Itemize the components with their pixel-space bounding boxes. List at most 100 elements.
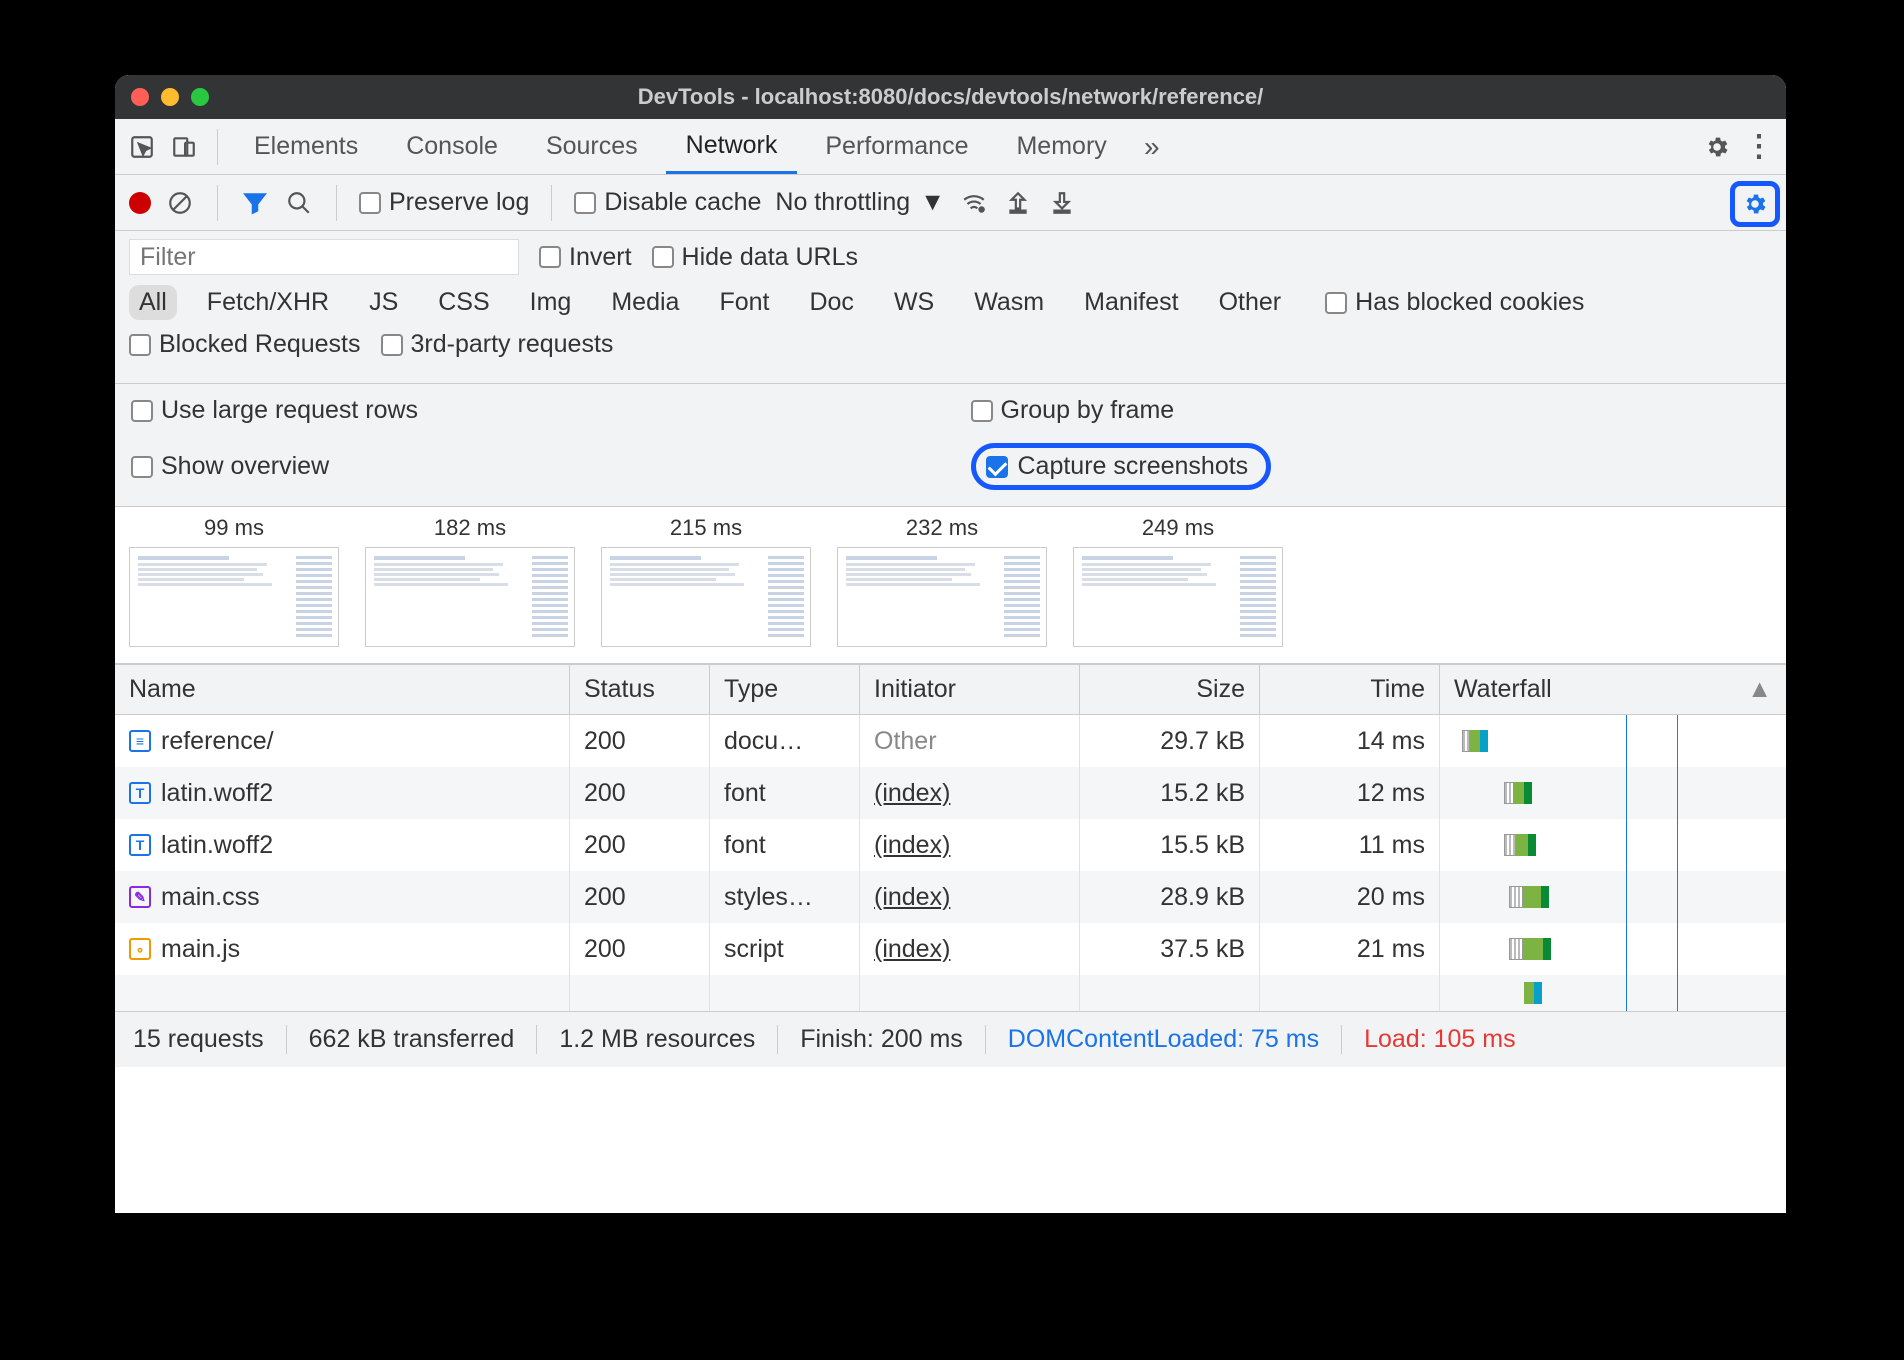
large-rows-checkbox[interactable]: Use large request rows <box>131 396 931 425</box>
inspect-icon[interactable] <box>125 130 159 164</box>
checkbox-label: Capture screenshots <box>1018 452 1249 481</box>
preserve-log-checkbox[interactable]: Preserve log <box>359 188 529 217</box>
table-row[interactable]: ✎main.css 200 styles… (index) 28.9 kB 20… <box>115 871 1786 923</box>
table-row <box>115 975 1786 1011</box>
checkbox-label: Group by frame <box>1001 396 1175 425</box>
filter-input[interactable] <box>129 239 519 275</box>
screenshot-image <box>837 547 1047 647</box>
gear-icon[interactable] <box>1700 130 1734 164</box>
filter-icon[interactable] <box>240 188 270 218</box>
screenshot-image <box>365 547 575 647</box>
type-pill-all[interactable]: All <box>129 285 177 320</box>
upload-har-icon[interactable] <box>1003 188 1033 218</box>
screenshot-image <box>1073 547 1283 647</box>
type-pill-ws[interactable]: WS <box>884 285 944 320</box>
initiator-link[interactable]: (index) <box>874 935 950 964</box>
time-cell: 14 ms <box>1260 715 1440 767</box>
type-pill-font[interactable]: Font <box>709 285 779 320</box>
col-type[interactable]: Type <box>710 665 860 714</box>
request-name: main.css <box>161 883 260 912</box>
tab-label: Performance <box>825 132 968 161</box>
blocked-requests-checkbox[interactable]: Blocked Requests <box>129 330 361 359</box>
type-cell: script <box>710 923 860 975</box>
sort-indicator-icon: ▲ <box>1747 675 1772 704</box>
show-overview-checkbox[interactable]: Show overview <box>131 443 931 490</box>
divider <box>217 185 218 221</box>
table-row[interactable]: ≡reference/ 200 docu… Other 29.7 kB 14 m… <box>115 715 1786 767</box>
throttling-value: No throttling <box>775 188 910 217</box>
status-cell: 200 <box>570 715 710 767</box>
type-pill-doc[interactable]: Doc <box>799 285 863 320</box>
group-by-frame-checkbox[interactable]: Group by frame <box>971 396 1771 425</box>
tab-sources[interactable]: Sources <box>526 119 658 174</box>
col-waterfall[interactable]: Waterfall ▲ <box>1440 665 1786 714</box>
initiator-link[interactable]: (index) <box>874 831 950 860</box>
col-name[interactable]: Name <box>115 665 570 714</box>
clear-icon[interactable] <box>165 188 195 218</box>
network-settings-button[interactable] <box>1730 181 1780 227</box>
col-status[interactable]: Status <box>570 665 710 714</box>
type-pill-other[interactable]: Other <box>1209 285 1292 320</box>
waterfall-cell <box>1440 767 1786 819</box>
size-cell: 15.2 kB <box>1080 767 1260 819</box>
download-har-icon[interactable] <box>1047 188 1077 218</box>
tab-label: Sources <box>546 132 638 161</box>
network-conditions-icon[interactable] <box>959 188 989 218</box>
tab-performance[interactable]: Performance <box>805 119 988 174</box>
filmstrip: 99 ms 182 ms 215 ms <box>115 507 1786 664</box>
search-icon[interactable] <box>284 188 314 218</box>
hide-data-urls-checkbox[interactable]: Hide data URLs <box>652 243 858 272</box>
type-pill-media[interactable]: Media <box>601 285 689 320</box>
status-requests: 15 requests <box>133 1025 287 1054</box>
status-finish: Finish: 200 ms <box>778 1025 986 1054</box>
type-pill-wasm[interactable]: Wasm <box>964 285 1054 320</box>
request-name: latin.woff2 <box>161 779 273 808</box>
request-name: latin.woff2 <box>161 831 273 860</box>
time-cell: 11 ms <box>1260 819 1440 871</box>
checkbox-box <box>381 334 403 356</box>
table-row[interactable]: Tlatin.woff2 200 font (index) 15.5 kB 11… <box>115 819 1786 871</box>
tab-console[interactable]: Console <box>386 119 518 174</box>
screenshot-thumbnail[interactable]: 232 ms <box>837 515 1047 647</box>
screenshot-thumbnail[interactable]: 182 ms <box>365 515 575 647</box>
initiator-link[interactable]: (index) <box>874 883 950 912</box>
status-cell: 200 <box>570 871 710 923</box>
table-row[interactable]: Tlatin.woff2 200 font (index) 15.2 kB 12… <box>115 767 1786 819</box>
name-cell: Tlatin.woff2 <box>129 779 273 808</box>
throttling-select[interactable]: No throttling ▼ <box>775 188 945 217</box>
col-time[interactable]: Time <box>1260 665 1440 714</box>
type-pill-img[interactable]: Img <box>520 285 582 320</box>
status-transferred: 662 kB transferred <box>287 1025 538 1054</box>
chevron-down-icon: ▼ <box>920 188 945 217</box>
screenshot-thumbnail[interactable]: 215 ms <box>601 515 811 647</box>
col-size[interactable]: Size <box>1080 665 1260 714</box>
capture-screenshots-checkbox[interactable]: Capture screenshots <box>971 443 1272 490</box>
kebab-menu-icon[interactable]: ⋮ <box>1742 130 1776 164</box>
screenshot-thumbnail[interactable]: 99 ms <box>129 515 339 647</box>
initiator-link[interactable]: (index) <box>874 779 950 808</box>
requests-table-header: Name Status Type Initiator Size Time Wat… <box>115 664 1786 715</box>
more-tabs-icon[interactable]: » <box>1135 130 1169 164</box>
device-toggle-icon[interactable] <box>167 130 201 164</box>
disable-cache-checkbox[interactable]: Disable cache <box>574 188 761 217</box>
tab-network[interactable]: Network <box>666 119 798 174</box>
window-zoom-button[interactable] <box>191 88 209 106</box>
col-initiator[interactable]: Initiator <box>860 665 1080 714</box>
invert-checkbox[interactable]: Invert <box>539 243 632 272</box>
third-party-checkbox[interactable]: 3rd-party requests <box>381 330 614 359</box>
has-blocked-cookies-checkbox[interactable]: Has blocked cookies <box>1325 288 1584 317</box>
divider <box>217 129 218 165</box>
table-row[interactable]: ∘main.js 200 script (index) 37.5 kB 21 m… <box>115 923 1786 975</box>
screenshot-thumbnail[interactable]: 249 ms <box>1073 515 1283 647</box>
type-pill-css[interactable]: CSS <box>428 285 499 320</box>
checkbox-box <box>359 192 381 214</box>
record-button[interactable] <box>129 192 151 214</box>
checkbox-box <box>971 400 993 422</box>
tab-elements[interactable]: Elements <box>234 119 378 174</box>
tab-memory[interactable]: Memory <box>996 119 1126 174</box>
window-minimize-button[interactable] <box>161 88 179 106</box>
window-close-button[interactable] <box>131 88 149 106</box>
type-pill-js[interactable]: JS <box>359 285 408 320</box>
type-pill-fetch[interactable]: Fetch/XHR <box>197 285 339 320</box>
type-pill-manifest[interactable]: Manifest <box>1074 285 1188 320</box>
